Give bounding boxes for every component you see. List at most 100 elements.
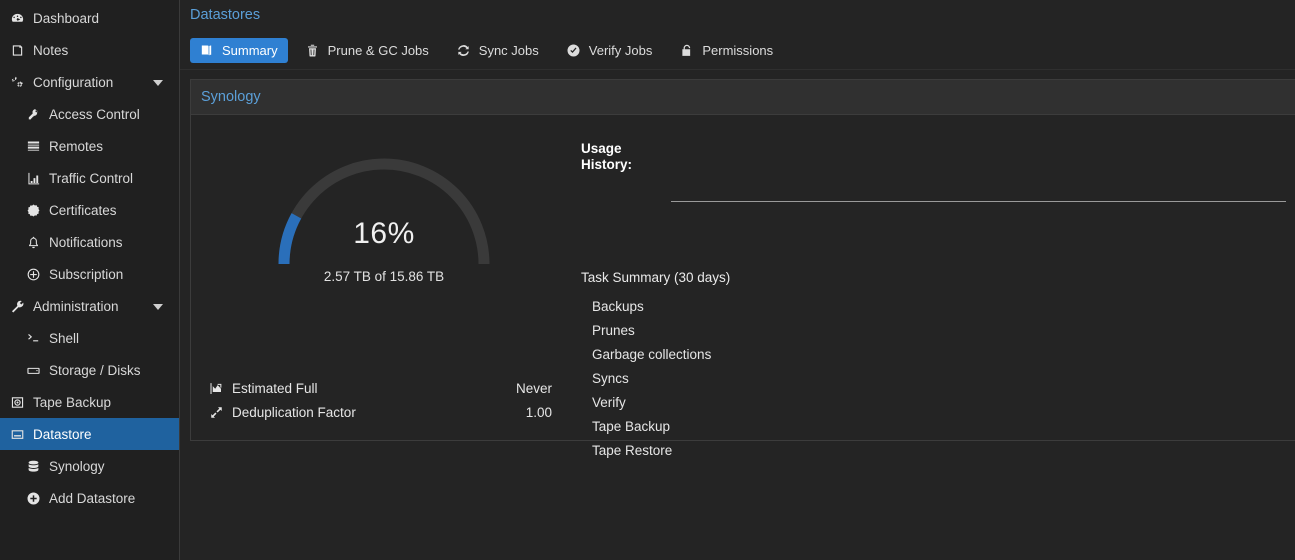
sidebar-nav: Dashboard Notes Configuration Access Contro… — [0, 0, 180, 560]
sidebar-item-access-control[interactable]: Access Control — [0, 98, 179, 130]
tab-bar: Summary Prune & GC Jobs Sync Jobs Verify Jo… — [180, 31, 1295, 70]
sidebar-item-dashboard[interactable]: Dashboard — [0, 2, 179, 34]
sidebar-item-label: Traffic Control — [49, 170, 134, 186]
sidebar-item-tape-backup[interactable]: Tape Backup — [0, 386, 179, 418]
main-content: Datastores Summary Prune & GC Jobs Sync Jo… — [180, 0, 1295, 560]
sidebar-item-add-datastore[interactable]: Add Datastore — [0, 482, 179, 514]
tab-summary[interactable]: Summary — [190, 37, 288, 63]
sync-icon — [455, 43, 472, 58]
task-summary-name: Backups — [592, 298, 644, 314]
note-icon — [8, 42, 26, 58]
task-summary-row: Garbage collections — [581, 342, 1290, 366]
key-icon — [24, 106, 42, 122]
sidebar-item-certificates[interactable]: Certificates — [0, 194, 179, 226]
sidebar-item-label: Tape Backup — [33, 394, 112, 410]
book-icon — [198, 43, 215, 58]
stat-row: Deduplication Factor 1.00 — [207, 400, 552, 424]
sidebar-item-subscription[interactable]: Subscription — [0, 258, 179, 290]
tape-icon — [8, 394, 26, 410]
sidebar-item-notifications[interactable]: Notifications — [0, 226, 179, 258]
sidebar-item-label: Datastore — [33, 426, 92, 442]
sidebar-item-label: Dashboard — [33, 10, 100, 26]
bell-icon — [24, 234, 42, 250]
usage-history-title: Usage History: — [581, 141, 633, 172]
usage-history-chart — [671, 185, 1286, 225]
hard-disk-icon — [24, 362, 42, 378]
tab-sync-jobs[interactable]: Sync Jobs — [447, 38, 549, 63]
tab-permissions[interactable]: Permissions — [670, 38, 783, 63]
tab-verify-jobs[interactable]: Verify Jobs — [557, 38, 663, 63]
usage-history-axis — [671, 201, 1286, 202]
sidebar-item-label: Add Datastore — [49, 490, 136, 506]
task-summary-row: Syncs — [581, 366, 1290, 390]
chevron-down-icon[interactable] — [153, 80, 163, 86]
sidebar-item-label: Subscription — [49, 266, 124, 282]
task-summary-name: Tape Backup — [592, 418, 671, 434]
sidebar-item-synology[interactable]: Synology — [0, 450, 179, 482]
task-summary-name: Syncs — [592, 370, 629, 386]
task-summary-name: Garbage collections — [592, 346, 712, 362]
sidebar-item-label: Storage / Disks — [49, 362, 141, 378]
sidebar-item-label: Synology — [49, 458, 105, 474]
sidebar-item-remotes[interactable]: Remotes — [0, 130, 179, 162]
wrench-icon — [8, 298, 26, 314]
server-stack-icon — [24, 138, 42, 154]
stat-label: Deduplication Factor — [232, 404, 356, 420]
stat-label: Estimated Full — [232, 380, 318, 396]
task-summary-row: Tape Backup — [581, 414, 1290, 438]
gauge-arc — [278, 158, 490, 265]
page-title: Datastores — [190, 7, 261, 23]
plus-circle-icon — [24, 490, 42, 506]
usage-history-section: Usage History: — [581, 141, 1290, 202]
check-circle-icon — [565, 43, 582, 58]
tab-label: Prune & GC Jobs — [327, 42, 429, 58]
task-summary-row: Backups — [581, 294, 1290, 318]
sidebar-item-label: Access Control — [49, 106, 140, 122]
subscription-icon — [24, 266, 42, 282]
sidebar-item-administration[interactable]: Administration — [0, 290, 179, 322]
sidebar-item-label: Administration — [33, 298, 119, 314]
stat-value: Never — [515, 380, 552, 396]
task-summary-name: Tape Restore — [592, 442, 673, 458]
task-summary-name: Prunes — [592, 322, 635, 338]
panel-title: Synology — [201, 89, 261, 105]
datastore-icon — [8, 426, 26, 442]
chevron-down-icon[interactable] — [153, 304, 163, 310]
panel-header: Synology — [191, 80, 1295, 115]
app-window: Dashboard Notes Configuration Access Contro… — [0, 0, 1295, 560]
stat-row: Estimated Full Never — [207, 376, 552, 400]
task-summary-list: Backups Prunes Garbage collections Syncs Ver… — [581, 294, 1290, 462]
datastore-panel: Synology 16% 2.57 TB of 15.86 TB Estimat… — [190, 79, 1295, 458]
task-summary-row: Prunes — [581, 318, 1290, 342]
gears-icon — [8, 74, 26, 90]
stat-value: 1.00 — [525, 404, 552, 420]
task-summary-row: Verify — [581, 390, 1290, 414]
sidebar-item-storage-disks[interactable]: Storage / Disks — [0, 354, 179, 386]
task-summary-name: Verify — [592, 394, 626, 410]
unlock-icon — [678, 43, 695, 58]
dedup-arrow-icon — [207, 405, 225, 420]
task-summary-row: Tape Restore — [581, 438, 1290, 462]
tab-prune-gc-jobs[interactable]: Prune & GC Jobs — [296, 38, 439, 63]
sidebar-item-shell[interactable]: Shell — [0, 322, 179, 354]
gauge-capacity-label: 2.57 TB of 15.86 TB — [323, 269, 445, 284]
tab-label: Sync Jobs — [478, 42, 539, 58]
sidebar-item-label: Remotes — [49, 138, 104, 154]
sidebar-item-configuration[interactable]: Configuration — [0, 66, 179, 98]
sidebar-item-traffic-control[interactable]: Traffic Control — [0, 162, 179, 194]
sidebar-item-datastore[interactable]: Datastore — [0, 418, 179, 450]
trend-chart-icon — [207, 381, 225, 396]
trash-icon — [304, 43, 321, 58]
datastore-stats: Estimated Full Never Deduplication Factor 1… — [207, 376, 552, 424]
sidebar-item-label: Certificates — [49, 202, 117, 218]
gauge-percent-label: 16% — [353, 217, 415, 250]
panel-body: 16% 2.57 TB of 15.86 TB Estimated Full Ne… — [191, 115, 1295, 458]
sidebar-item-label: Notifications — [49, 234, 123, 250]
tab-label: Verify Jobs — [588, 42, 653, 58]
task-summary-section: Task Summary (30 days) Backups Prunes Garb… — [581, 270, 1290, 462]
task-summary-title: Task Summary (30 days) — [581, 270, 731, 285]
tab-label: Summary — [222, 42, 278, 58]
terminal-icon — [24, 330, 42, 346]
tab-label: Permissions — [702, 42, 774, 58]
sidebar-item-notes[interactable]: Notes — [0, 34, 179, 66]
